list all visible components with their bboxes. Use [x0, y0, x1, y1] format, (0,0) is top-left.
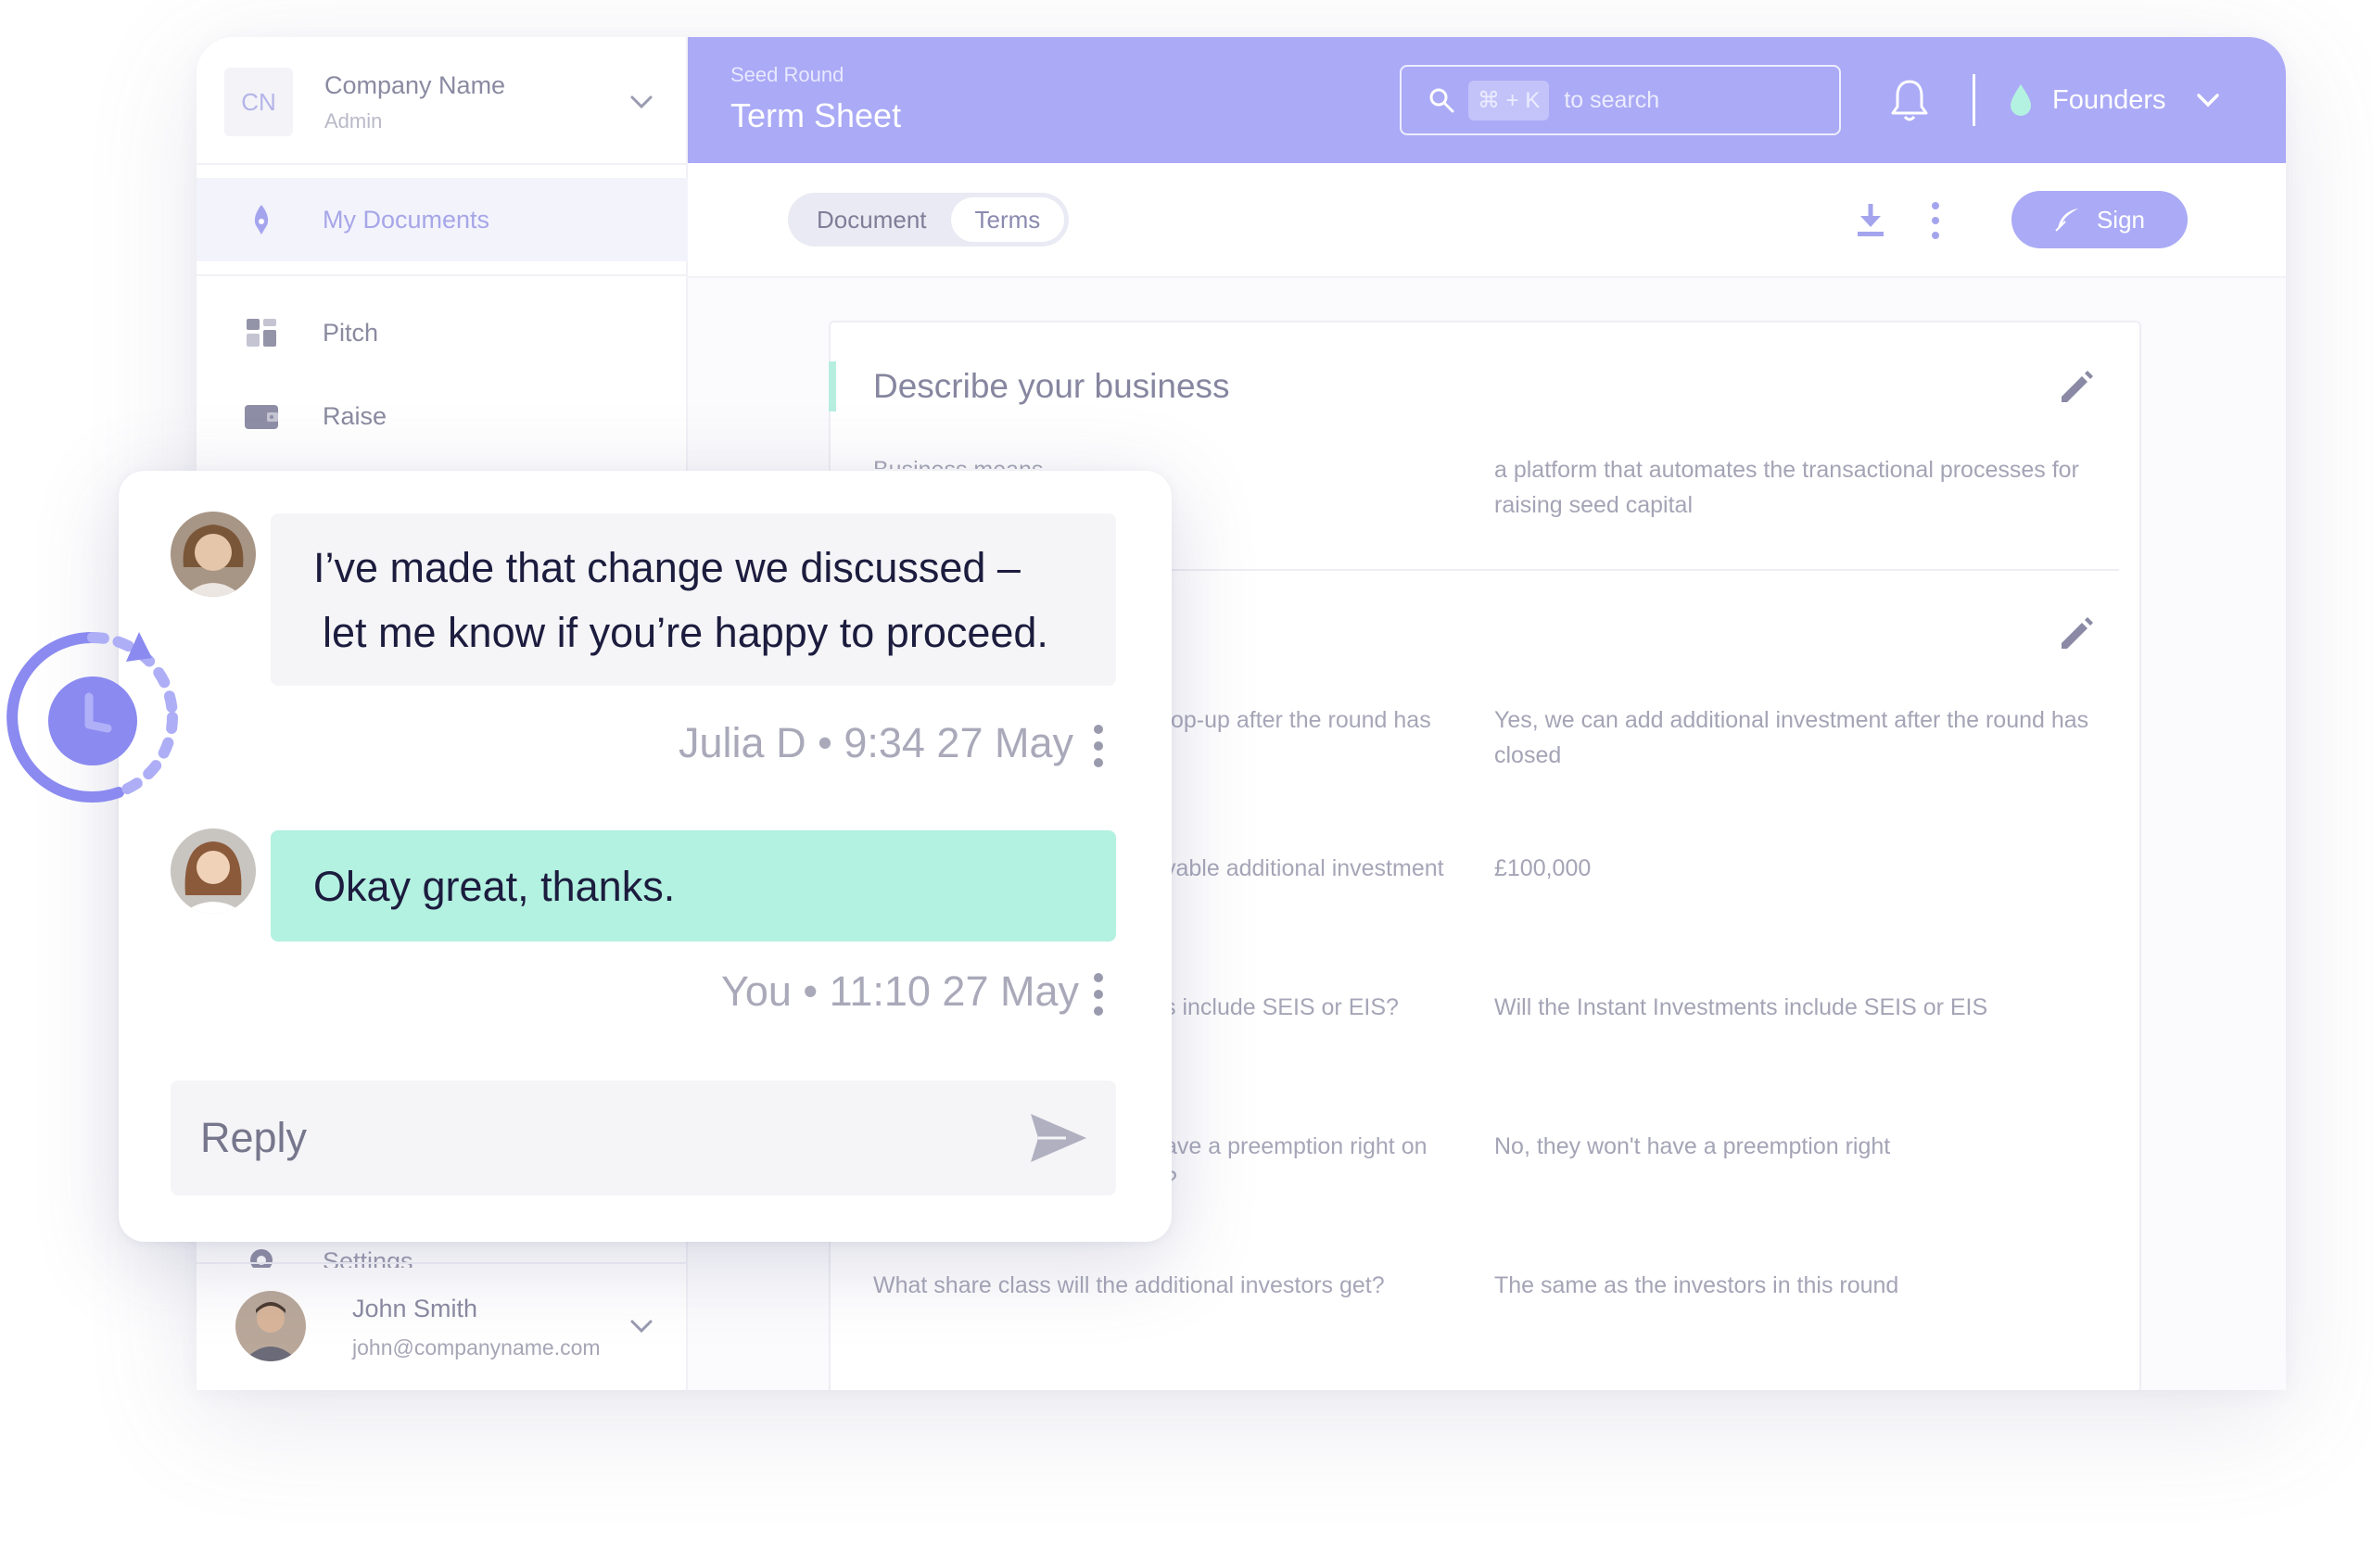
- divider: [1973, 74, 1975, 126]
- field-label: What share class will the additional inv…: [873, 1272, 1385, 1298]
- sidebar-item-my-documents[interactable]: My Documents: [197, 178, 688, 261]
- field-value: a platform that automates the transactio…: [1494, 457, 2079, 518]
- divider: [197, 274, 688, 276]
- field-label: ave a preemption right on: [1164, 1133, 1428, 1159]
- tab-terms[interactable]: Terms: [950, 197, 1065, 242]
- feather-icon: [2055, 209, 2078, 232]
- dashboard-icon: [247, 319, 276, 347]
- avatar: [171, 512, 256, 597]
- section-title: Describe your business: [873, 367, 1230, 405]
- more-options-icon[interactable]: [1926, 200, 1945, 241]
- sidebar-item-label: Pitch: [323, 318, 379, 347]
- document-toolbar: Document Terms Sign: [688, 163, 2286, 278]
- company-role: Admin: [324, 108, 383, 133]
- user-name: John Smith: [352, 1295, 478, 1322]
- pencil-icon[interactable]: [2056, 613, 2097, 654]
- view-toggle: Document Terms: [788, 193, 1070, 247]
- page-title: Term Sheet: [730, 96, 902, 134]
- sidebar-item-label: Raise: [323, 401, 387, 430]
- sign-button-label: Sign: [2096, 205, 2146, 234]
- wallet-icon: [245, 405, 278, 429]
- pencil-icon[interactable]: [2056, 367, 2097, 408]
- field-value: The same as the investors in this round: [1494, 1272, 1899, 1298]
- field-label: vable additional investment: [1164, 855, 1444, 881]
- company-switcher[interactable]: CN Company Name Admin: [224, 65, 660, 139]
- message-text: I’ve made that change we discussed –: [313, 544, 1021, 591]
- page-header: Seed Round Term Sheet ⌘ + K to search Fo…: [688, 37, 2286, 163]
- sidebar-item-label: Settings: [323, 1247, 413, 1268]
- account-name: Founders: [2052, 84, 2166, 115]
- divider: [197, 1262, 688, 1264]
- field-label: s include SEIS or EIS?: [1164, 994, 1399, 1020]
- sidebar-item-raise[interactable]: Raise: [197, 374, 688, 458]
- message-meta: You • 11:10 27 May: [720, 967, 1079, 1015]
- reply-placeholder: Reply: [200, 1114, 308, 1161]
- message-meta: Julia D • 9:34 27 May: [679, 719, 1073, 766]
- sidebar-item-label: My Documents: [323, 205, 490, 234]
- chevron-down-icon[interactable]: [627, 1311, 656, 1341]
- company-logo: CN: [224, 68, 293, 136]
- field-label: Business means: [873, 452, 1466, 469]
- field-value: Yes, we can add additional investment af…: [1494, 707, 2089, 768]
- user-email: john@companyname.com: [352, 1335, 601, 1359]
- breadcrumb[interactable]: Seed Round: [730, 63, 844, 87]
- more-options-icon[interactable]: [1092, 971, 1105, 1018]
- user-menu[interactable]: John Smith john@companyname.com: [224, 1283, 660, 1367]
- message-bubble: I’ve made that change we discussed – let…: [271, 513, 1116, 686]
- more-options-icon[interactable]: [1092, 723, 1105, 769]
- chevron-down-icon: [2196, 94, 2219, 107]
- sign-button[interactable]: Sign: [2011, 191, 2188, 248]
- droplet-icon: [2011, 84, 2031, 116]
- clock-refresh-icon: [6, 631, 178, 803]
- divider: [197, 163, 688, 165]
- message-text: Okay great, thanks.: [313, 863, 676, 910]
- search-input[interactable]: ⌘ + K to search: [1400, 65, 1841, 135]
- sidebar-item-pitch[interactable]: Pitch: [197, 291, 688, 374]
- send-icon[interactable]: [1029, 1112, 1088, 1164]
- field-value: Will the Instant Investments include SEI…: [1494, 994, 1988, 1020]
- section-indicator: [829, 361, 836, 411]
- pen-nib-icon: [254, 205, 269, 234]
- download-icon[interactable]: [1852, 200, 1889, 241]
- message-bubble: Okay great, thanks.: [271, 830, 1116, 942]
- comment-thread: I’ve made that change we discussed – let…: [119, 471, 1172, 1242]
- message-text: let me know if you’re happy to proceed.: [323, 609, 1048, 656]
- search-placeholder: to search: [1564, 86, 1660, 113]
- field-value: No, they won't have a preemption right: [1494, 1133, 1891, 1159]
- tab-document[interactable]: Document: [793, 197, 951, 242]
- account-switcher[interactable]: Founders: [2008, 74, 2222, 126]
- reply-input[interactable]: Reply: [171, 1081, 1116, 1195]
- search-shortcut: ⌘ + K: [1468, 80, 1550, 120]
- field-value: £100,000: [1494, 855, 1592, 881]
- avatar: [235, 1291, 306, 1361]
- field-label: top-up after the round has: [1164, 707, 1431, 733]
- bell-icon[interactable]: [1889, 78, 1930, 124]
- search-icon: [1429, 88, 1454, 113]
- avatar: [171, 828, 256, 914]
- chevron-down-icon[interactable]: [627, 87, 656, 117]
- company-name: Company Name: [324, 70, 506, 99]
